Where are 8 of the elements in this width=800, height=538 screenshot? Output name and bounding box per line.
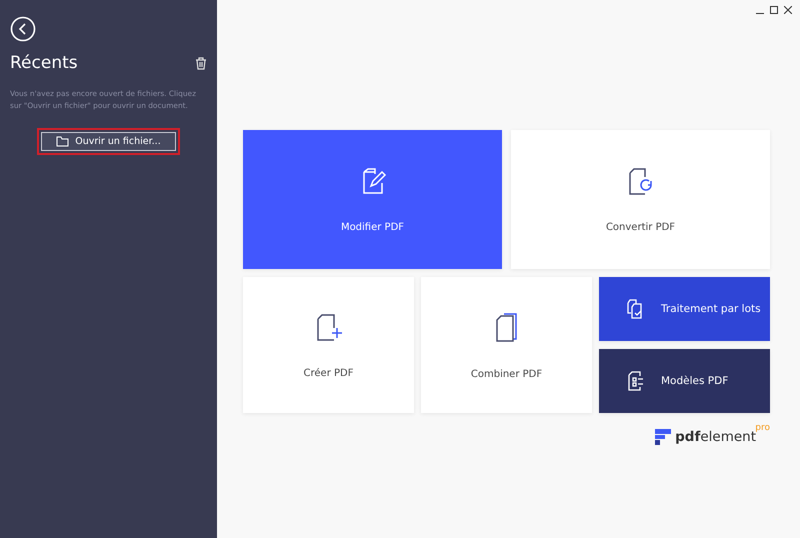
open-file-button[interactable]: Ouvrir un fichier... <box>41 132 176 151</box>
convert-tile[interactable]: Convertir PDF <box>511 130 770 269</box>
create-tile[interactable]: Créer PDF <box>243 277 414 413</box>
edit-tile[interactable]: Modifier PDF <box>243 130 502 269</box>
batch-tile[interactable]: Traitement par lots <box>599 277 770 341</box>
combine-tile[interactable]: Combiner PDF <box>421 277 592 413</box>
templates-tile[interactable]: Modèles PDF <box>599 349 770 413</box>
recents-title: Récents <box>10 53 78 73</box>
